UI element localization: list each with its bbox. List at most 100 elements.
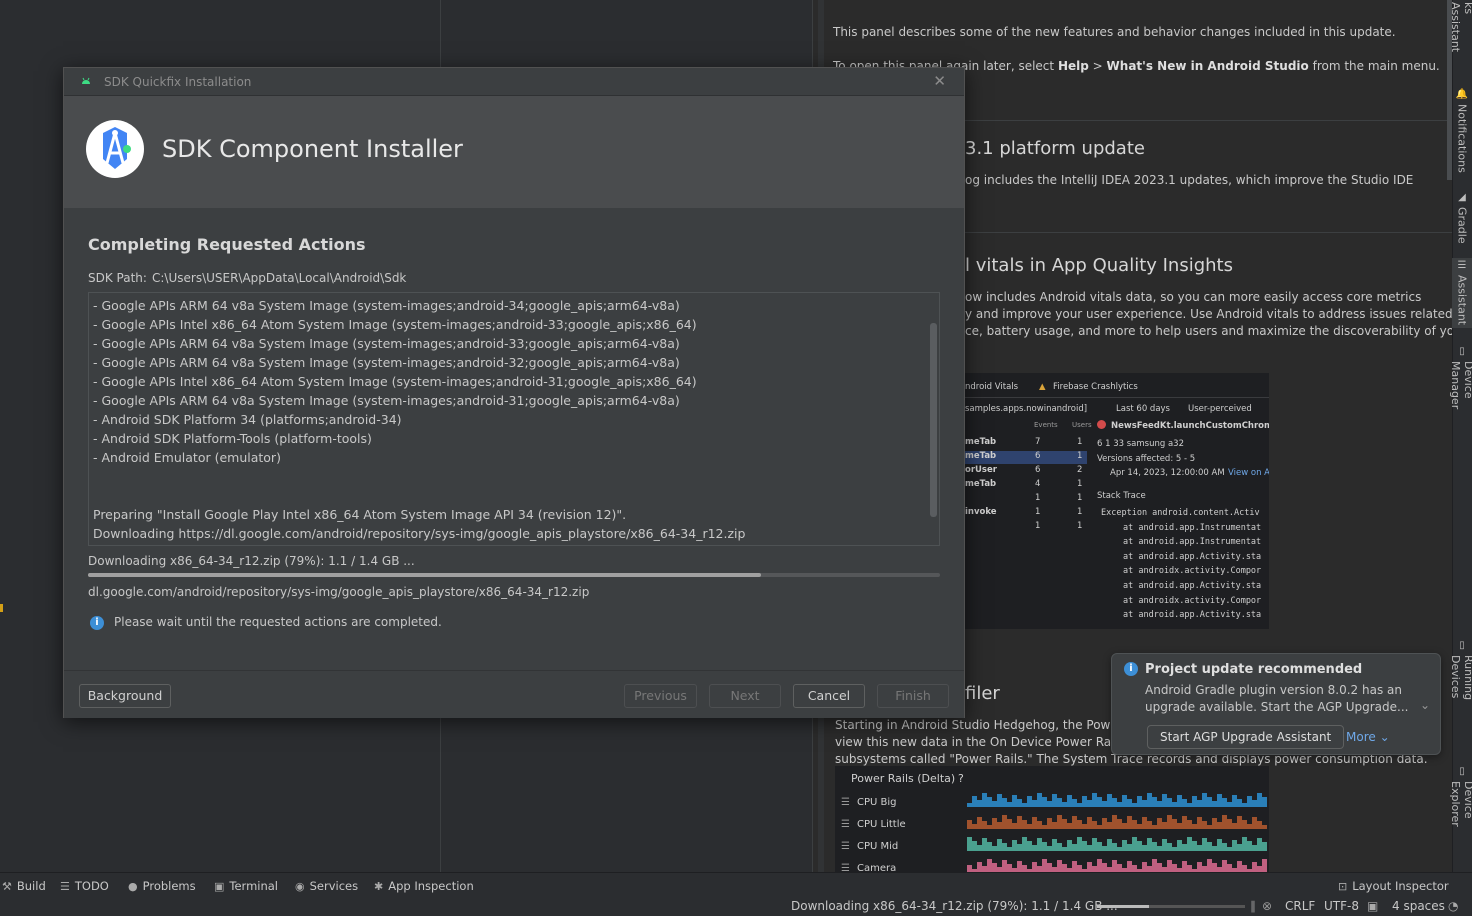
whats-new-intro: This panel describes some of the new fea…	[833, 25, 1396, 39]
more-link[interactable]: More ⌄	[1346, 730, 1390, 744]
help-icon: ?	[958, 772, 964, 785]
log-line: - Google APIs ARM 64 v8a System Image (s…	[93, 355, 680, 370]
bottom-tool-bar: ⚒ Build ☰ TODO ● Problems ▣ Terminal ◉ Servic…	[0, 872, 1472, 896]
stack-trace-line: at android.app.Activity.sta	[1123, 581, 1262, 591]
progress-fill	[1097, 905, 1149, 908]
notification-message: Android Gradle plugin version 8.0.2 has …	[1145, 683, 1409, 714]
stack-trace-line: at androidx.activity.Compor	[1123, 566, 1262, 577]
status-bar: Downloading x86_64-34_r12.zip (79%): 1.1…	[0, 896, 1472, 916]
cancel-button[interactable]: Cancel	[793, 684, 865, 708]
tool-tab-notifications[interactable]: 🔔 Notifications	[1452, 86, 1472, 178]
tool-todo[interactable]: ☰ TODO	[60, 879, 109, 893]
power-rail-label: CPU Mid	[857, 841, 899, 852]
cancel-icon[interactable]: ⊗	[1262, 899, 1272, 913]
status-download-text[interactable]: Downloading x86_64-34_r12.zip (79%): 1.1…	[791, 899, 1118, 913]
install-log[interactable]: - Google APIs ARM 64 v8a System Image (s…	[88, 292, 940, 546]
stack-trace-line: at android.app.Instrumentat	[1123, 522, 1262, 533]
shot-stats: 6 1 33 samsung a32	[1097, 439, 1184, 449]
tool-tab-label: Device Manager	[1449, 361, 1472, 410]
android-icon[interactable]: ◔	[1448, 899, 1458, 913]
pause-icon[interactable]: ∥	[1250, 899, 1256, 913]
background-button[interactable]: Background	[79, 684, 171, 708]
power-rail-label: CPU Little	[857, 819, 906, 830]
status-progress-bar	[1097, 905, 1245, 908]
log-line: - Google APIs Intel x86_64 Atom System I…	[93, 374, 697, 389]
log-line: Preparing "Install Google Play Intel x86…	[93, 507, 627, 522]
profiler-line: view this new data in the On Device Powe…	[835, 735, 1146, 749]
platform-update-text: og includes the IntelliJ IDEA 2023.1 upd…	[965, 173, 1414, 187]
shot-filter-user: User-perceived	[1188, 404, 1252, 414]
open-hint-help: Help	[1057, 59, 1089, 73]
shot-row-users: 1	[1077, 521, 1083, 531]
dialog-titlebar: SDK Quickfix Installation ✕	[64, 68, 964, 96]
log-line: - Google APIs ARM 64 v8a System Image (s…	[93, 336, 680, 351]
shot-stack-trace: Stack Trace	[1097, 491, 1146, 501]
tool-tab-label: Device Explorer	[1449, 781, 1472, 827]
shot-row-name: meTab	[965, 451, 997, 461]
tool-tab-device-manager[interactable]: ▯ Device Manager	[1449, 344, 1472, 448]
download-progress-bar	[88, 573, 940, 577]
tool-tab-running-devices[interactable]: ▯ Running Devices	[1449, 638, 1472, 746]
rail-icon: ☰	[841, 819, 850, 830]
chevron-down-icon[interactable]: ⌄	[1420, 698, 1430, 712]
next-button[interactable]: Next	[709, 684, 781, 708]
open-hint-menu: What's New in Android Studio	[1106, 59, 1309, 73]
tool-tab-gradle[interactable]: ◢ Gradle	[1452, 190, 1472, 246]
rail-icon: ☰	[841, 841, 850, 852]
tool-app-inspection[interactable]: ✱ App Inspection	[374, 879, 474, 893]
tool-label: App Inspection	[388, 879, 474, 893]
shot-row-events: 6	[1035, 465, 1041, 475]
log-scrollbar[interactable]	[930, 323, 937, 517]
indent-setting[interactable]: 4 spaces	[1392, 899, 1445, 913]
log-line: Downloading https://dl.google.com/androi…	[93, 526, 746, 541]
dialog-title: SDK Quickfix Installation	[104, 75, 252, 89]
vitals-line: y and improve your user experience. Use …	[965, 307, 1452, 321]
shot-row-users: 1	[1077, 493, 1083, 503]
power-rail-row: ☰ Camera	[841, 863, 896, 872]
power-rail-row: ☰ CPU Mid	[841, 841, 898, 852]
shot-row-events: 7	[1035, 437, 1041, 447]
tool-services[interactable]: ◉ Services	[295, 879, 358, 893]
tool-tab-label: Notifications	[1455, 104, 1469, 174]
more-label: More	[1346, 730, 1376, 744]
power-rail-label: Camera	[857, 863, 897, 872]
finish-button[interactable]: Finish	[877, 684, 949, 708]
download-status: Downloading x86_64-34_r12.zip (79%): 1.1…	[88, 554, 415, 568]
tool-layout-inspector[interactable]: ⊡ Layout Inspector	[1338, 879, 1449, 893]
tool-tab-assistant[interactable]: ☰ Assistant	[1452, 258, 1472, 328]
info-icon: i	[90, 616, 104, 630]
shot-fire-icon: ▲	[1039, 382, 1046, 392]
dialog-body: Completing Requested Actions SDK Path: C…	[64, 208, 964, 670]
power-rails-title: Power Rails (Delta)	[851, 772, 956, 785]
line-separator[interactable]: CRLF	[1285, 899, 1315, 913]
start-agp-upgrade-button[interactable]: Start AGP Upgrade Assistant	[1147, 725, 1345, 749]
log-line: - Google APIs Intel x86_64 Atom System I…	[93, 317, 697, 332]
notification-title: Project update recommended	[1145, 662, 1363, 677]
power-rail-segment	[1262, 842, 1267, 851]
tool-build[interactable]: ⚒ Build	[2, 879, 46, 893]
previous-button[interactable]: Previous	[624, 684, 697, 708]
shot-date: Apr 14, 2023, 12:00:00 AM	[1110, 468, 1225, 478]
shot-row-events: 4	[1035, 479, 1041, 489]
stack-trace-line: at androidx.activity.Compor	[1123, 595, 1262, 606]
bug-icon: ✱	[374, 880, 384, 893]
heading-platform-update: 3.1 platform update	[965, 138, 1145, 159]
tool-tab-device-explorer[interactable]: ▯ Device Explorer	[1449, 764, 1472, 864]
hammer-icon: ⚒	[2, 880, 12, 893]
dialog-header: SDK Component Installer	[64, 96, 964, 208]
tool-terminal[interactable]: ▣ Terminal	[214, 879, 278, 893]
layout-inspector-icon: ⊡	[1338, 880, 1348, 893]
tool-tab-assistant-top[interactable]: ks Assistant	[1449, 0, 1472, 66]
lock-icon[interactable]: ▣	[1367, 899, 1378, 913]
stack-trace-line: at android.app.Activity.sta	[1123, 610, 1262, 621]
shot-row-users: 1	[1077, 437, 1083, 447]
error-icon	[1097, 420, 1106, 429]
device-icon: ▯	[1456, 346, 1468, 357]
tool-problems[interactable]: ● Problems	[128, 879, 196, 893]
log-line: - Android Emulator (emulator)	[93, 450, 281, 465]
services-icon: ◉	[295, 880, 305, 893]
close-icon[interactable]: ✕	[933, 72, 946, 90]
shot-filter-app: samples.apps.nowinandroid]	[965, 404, 1088, 414]
info-text: Please wait until the requested actions …	[114, 615, 442, 629]
file-encoding[interactable]: UTF-8	[1324, 899, 1359, 913]
